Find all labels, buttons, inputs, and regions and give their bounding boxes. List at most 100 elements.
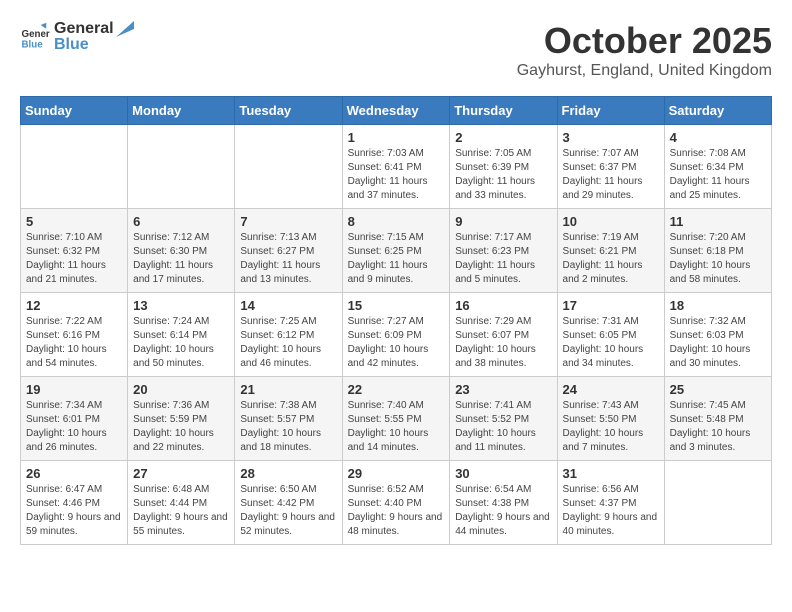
- day-info: Sunrise: 7:45 AM Sunset: 5:48 PM Dayligh…: [670, 399, 766, 455]
- day-number: 7: [240, 214, 336, 229]
- day-info: Sunrise: 7:41 AM Sunset: 5:52 PM Dayligh…: [455, 399, 551, 455]
- calendar-cell: 9 Sunrise: 7:17 AM Sunset: 6:23 PM Daylig…: [450, 209, 557, 293]
- day-header-saturday: Saturday: [664, 97, 771, 125]
- logo: General Blue General Blue: [20, 20, 134, 53]
- day-info: Sunrise: 7:25 AM Sunset: 6:12 PM Dayligh…: [240, 315, 336, 371]
- day-info: Sunrise: 7:05 AM Sunset: 6:39 PM Dayligh…: [455, 147, 551, 203]
- page-header: General Blue General Blue October 2025 G…: [20, 20, 772, 80]
- calendar-cell: 30 Sunrise: 6:54 AM Sunset: 4:38 PM Dayli…: [450, 461, 557, 545]
- day-info: Sunrise: 7:12 AM Sunset: 6:30 PM Dayligh…: [133, 231, 229, 287]
- calendar-cell: 1Sunrise: 7:03 AM Sunset: 6:41 PM Daylig…: [342, 125, 450, 209]
- day-info: Sunrise: 7:07 AM Sunset: 6:37 PM Dayligh…: [563, 147, 659, 203]
- day-number: 9: [455, 214, 551, 229]
- location-title: Gayhurst, England, United Kingdom: [517, 62, 772, 80]
- calendar-week-row: 26Sunrise: 6:47 AM Sunset: 4:46 PM Dayli…: [21, 461, 772, 545]
- calendar-header-row: SundayMondayTuesdayWednesdayThursdayFrid…: [21, 97, 772, 125]
- calendar-week-row: 1Sunrise: 7:03 AM Sunset: 6:41 PM Daylig…: [21, 125, 772, 209]
- day-number: 31: [563, 466, 659, 481]
- calendar-cell: 26Sunrise: 6:47 AM Sunset: 4:46 PM Dayli…: [21, 461, 128, 545]
- day-number: 3: [563, 130, 659, 145]
- calendar-cell: 6 Sunrise: 7:12 AM Sunset: 6:30 PM Daylig…: [128, 209, 235, 293]
- day-number: 4: [670, 130, 766, 145]
- calendar-cell: 27 Sunrise: 6:48 AM Sunset: 4:44 PM Dayli…: [128, 461, 235, 545]
- calendar-cell: 18Sunrise: 7:32 AM Sunset: 6:03 PM Dayli…: [664, 293, 771, 377]
- day-info: Sunrise: 7:19 AM Sunset: 6:21 PM Dayligh…: [563, 231, 659, 287]
- day-number: 5: [26, 214, 122, 229]
- calendar-cell: 5 Sunrise: 7:10 AM Sunset: 6:32 PM Daylig…: [21, 209, 128, 293]
- svg-text:General: General: [22, 29, 51, 40]
- day-number: 28: [240, 466, 336, 481]
- day-number: 12: [26, 298, 122, 313]
- day-info: Sunrise: 7:38 AM Sunset: 5:57 PM Dayligh…: [240, 399, 336, 455]
- calendar-cell: 16 Sunrise: 7:29 AM Sunset: 6:07 PM Dayli…: [450, 293, 557, 377]
- day-number: 30: [455, 466, 551, 481]
- day-number: 1: [348, 130, 445, 145]
- calendar-cell: 25 Sunrise: 7:45 AM Sunset: 5:48 PM Dayli…: [664, 377, 771, 461]
- day-info: Sunrise: 6:48 AM Sunset: 4:44 PM Dayligh…: [133, 483, 229, 539]
- day-number: 25: [670, 382, 766, 397]
- day-info: Sunrise: 7:10 AM Sunset: 6:32 PM Dayligh…: [26, 231, 122, 287]
- logo-icon: General Blue: [20, 22, 50, 52]
- day-info: Sunrise: 6:54 AM Sunset: 4:38 PM Dayligh…: [455, 483, 551, 539]
- calendar-cell: 3 Sunrise: 7:07 AM Sunset: 6:37 PM Daylig…: [557, 125, 664, 209]
- day-number: 29: [348, 466, 445, 481]
- calendar-cell: 4 Sunrise: 7:08 AM Sunset: 6:34 PM Daylig…: [664, 125, 771, 209]
- day-number: 10: [563, 214, 659, 229]
- day-number: 6: [133, 214, 229, 229]
- calendar-cell: [128, 125, 235, 209]
- calendar-cell: 22 Sunrise: 7:40 AM Sunset: 5:55 PM Dayli…: [342, 377, 450, 461]
- day-number: 27: [133, 466, 229, 481]
- day-info: Sunrise: 7:24 AM Sunset: 6:14 PM Dayligh…: [133, 315, 229, 371]
- day-number: 20: [133, 382, 229, 397]
- calendar-table: SundayMondayTuesdayWednesdayThursdayFrid…: [20, 96, 772, 545]
- calendar-cell: 10 Sunrise: 7:19 AM Sunset: 6:21 PM Dayli…: [557, 209, 664, 293]
- day-number: 16: [455, 298, 551, 313]
- logo-blue-text: Blue: [54, 36, 134, 54]
- day-header-friday: Friday: [557, 97, 664, 125]
- day-header-monday: Monday: [128, 97, 235, 125]
- calendar-cell: 21 Sunrise: 7:38 AM Sunset: 5:57 PM Dayli…: [235, 377, 342, 461]
- day-number: 19: [26, 382, 122, 397]
- day-info: Sunrise: 7:34 AM Sunset: 6:01 PM Dayligh…: [26, 399, 122, 455]
- day-header-tuesday: Tuesday: [235, 97, 342, 125]
- day-number: 22: [348, 382, 445, 397]
- day-info: Sunrise: 7:31 AM Sunset: 6:05 PM Dayligh…: [563, 315, 659, 371]
- calendar-week-row: 12Sunrise: 7:22 AM Sunset: 6:16 PM Dayli…: [21, 293, 772, 377]
- calendar-cell: 2Sunrise: 7:05 AM Sunset: 6:39 PM Daylig…: [450, 125, 557, 209]
- day-number: 24: [563, 382, 659, 397]
- day-number: 21: [240, 382, 336, 397]
- day-number: 8: [348, 214, 445, 229]
- calendar-week-row: 5 Sunrise: 7:10 AM Sunset: 6:32 PM Daylig…: [21, 209, 772, 293]
- title-block: October 2025 Gayhurst, England, United K…: [517, 20, 772, 80]
- logo-general-text: General: [54, 20, 114, 38]
- day-info: Sunrise: 7:29 AM Sunset: 6:07 PM Dayligh…: [455, 315, 551, 371]
- calendar-cell: [21, 125, 128, 209]
- day-header-sunday: Sunday: [21, 97, 128, 125]
- logo-triangle-icon: [116, 21, 134, 37]
- calendar-cell: 15 Sunrise: 7:27 AM Sunset: 6:09 PM Dayli…: [342, 293, 450, 377]
- calendar-cell: 20Sunrise: 7:36 AM Sunset: 5:59 PM Dayli…: [128, 377, 235, 461]
- day-info: Sunrise: 6:52 AM Sunset: 4:40 PM Dayligh…: [348, 483, 445, 539]
- day-info: Sunrise: 6:50 AM Sunset: 4:42 PM Dayligh…: [240, 483, 336, 539]
- day-info: Sunrise: 7:40 AM Sunset: 5:55 PM Dayligh…: [348, 399, 445, 455]
- day-number: 15: [348, 298, 445, 313]
- day-info: Sunrise: 7:27 AM Sunset: 6:09 PM Dayligh…: [348, 315, 445, 371]
- day-header-wednesday: Wednesday: [342, 97, 450, 125]
- calendar-cell: 19 Sunrise: 7:34 AM Sunset: 6:01 PM Dayli…: [21, 377, 128, 461]
- day-info: Sunrise: 7:13 AM Sunset: 6:27 PM Dayligh…: [240, 231, 336, 287]
- calendar-cell: 23Sunrise: 7:41 AM Sunset: 5:52 PM Dayli…: [450, 377, 557, 461]
- day-header-thursday: Thursday: [450, 97, 557, 125]
- day-info: Sunrise: 7:20 AM Sunset: 6:18 PM Dayligh…: [670, 231, 766, 287]
- calendar-cell: [235, 125, 342, 209]
- svg-text:Blue: Blue: [22, 39, 44, 50]
- calendar-cell: 28 Sunrise: 6:50 AM Sunset: 4:42 PM Dayli…: [235, 461, 342, 545]
- day-info: Sunrise: 7:17 AM Sunset: 6:23 PM Dayligh…: [455, 231, 551, 287]
- day-number: 13: [133, 298, 229, 313]
- day-number: 11: [670, 214, 766, 229]
- day-info: Sunrise: 7:43 AM Sunset: 5:50 PM Dayligh…: [563, 399, 659, 455]
- day-info: Sunrise: 7:08 AM Sunset: 6:34 PM Dayligh…: [670, 147, 766, 203]
- day-info: Sunrise: 7:32 AM Sunset: 6:03 PM Dayligh…: [670, 315, 766, 371]
- day-number: 14: [240, 298, 336, 313]
- calendar-cell: 14 Sunrise: 7:25 AM Sunset: 6:12 PM Dayli…: [235, 293, 342, 377]
- calendar-cell: 31Sunrise: 6:56 AM Sunset: 4:37 PM Dayli…: [557, 461, 664, 545]
